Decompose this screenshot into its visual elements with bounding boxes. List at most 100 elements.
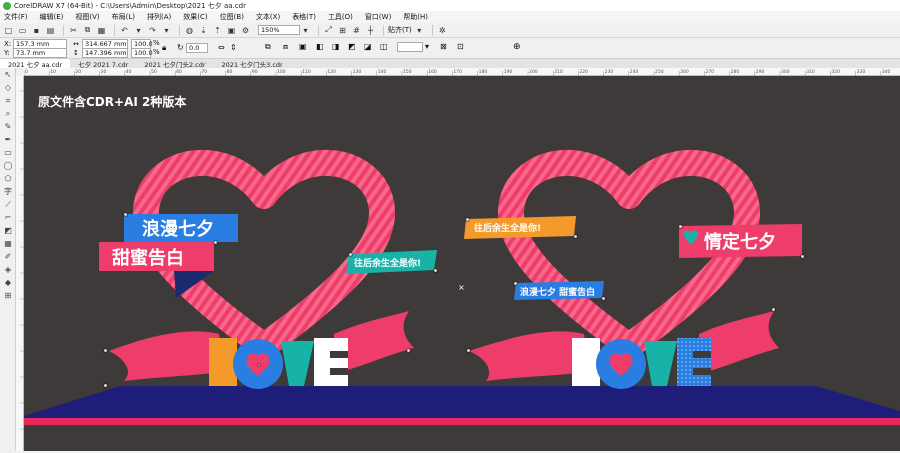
menu-help[interactable]: 帮助(H): [403, 12, 428, 22]
crosshair-icon[interactable]: ⊕: [513, 42, 521, 52]
freehand-tool-icon[interactable]: ✎: [0, 120, 16, 133]
menu-view[interactable]: 视图(V): [75, 12, 99, 22]
polygon-tool-icon[interactable]: ⬠: [0, 172, 16, 185]
menu-edit[interactable]: 编辑(E): [40, 12, 64, 22]
y-label: Y:: [4, 49, 10, 57]
vertical-ruler[interactable]: [16, 76, 24, 451]
ruler-tick-label: 210: [554, 69, 563, 75]
menu-effects[interactable]: 效果(C): [183, 12, 207, 22]
search-content-icon[interactable]: ◍: [184, 25, 195, 36]
smart-fill-icon[interactable]: ◆: [0, 276, 16, 289]
ruler-tick-label: 50: [151, 69, 157, 75]
undo-icon[interactable]: ↶: [119, 25, 130, 36]
zoom-level-field[interactable]: 150%: [258, 25, 300, 35]
drawing-canvas[interactable]: 原文件含CDR+AI 2种版本 × 浪漫七夕 甜蜜告白 往后余生全是你! 往后余…: [24, 76, 900, 451]
copy-icon[interactable]: ⧉: [82, 25, 93, 36]
toolbar-divider: [114, 24, 115, 36]
menu-table[interactable]: 表格(T): [292, 12, 316, 22]
horizontal-ruler[interactable]: 0 10 20 30 40 50 60 70 80 90 100 110 120 130 140 150 160…: [23, 68, 900, 76]
ruler-tick-label: 20: [75, 69, 81, 75]
cut-icon[interactable]: ✂: [68, 25, 79, 36]
ruler-tick-label: 170: [453, 69, 462, 75]
ruler-tick-label: 10: [50, 69, 56, 75]
artistic-media-icon[interactable]: ✒: [0, 133, 16, 146]
menu-layout[interactable]: 布局(L): [112, 12, 135, 22]
left-banner-top-text: 浪漫七夕: [142, 219, 214, 240]
export-icon[interactable]: ⇡: [212, 25, 223, 36]
connector-tool-icon[interactable]: ⌐: [0, 211, 16, 224]
intersect-icon[interactable]: ◩: [348, 42, 356, 51]
right-wing-left: [469, 331, 589, 381]
y-position-field[interactable]: 73.7 mm: [13, 48, 67, 58]
left-banner-bottom-text: 甜蜜告白: [112, 248, 184, 269]
menu-arrange[interactable]: 排列(A): [147, 12, 171, 22]
save-icon[interactable]: ▪: [31, 25, 42, 36]
print-icon[interactable]: ▤: [45, 25, 56, 36]
zoom-tool-icon[interactable]: ⌕: [0, 107, 16, 120]
outline-width-field[interactable]: [397, 42, 423, 52]
ruler-tick-label: 40: [126, 69, 132, 75]
open-folder-icon[interactable]: ▭: [17, 25, 28, 36]
height-field[interactable]: 147.396 mm: [82, 48, 128, 58]
mirror-vertical-icon[interactable]: ⇕: [230, 43, 237, 52]
pick-tool-icon[interactable]: ↖: [0, 68, 16, 81]
app-launcher-icon[interactable]: ⚙: [240, 25, 251, 36]
interactive-fill-icon[interactable]: ◈: [0, 263, 16, 276]
tab-document-1[interactable]: 2021 七夕 aa.cdr: [0, 59, 71, 69]
left-tag-text: 往后余生全是你!: [354, 259, 422, 269]
rotation-field[interactable]: 0.0: [186, 43, 208, 53]
width-icon: ↔: [73, 40, 79, 48]
undo-dropdown-icon[interactable]: ▾: [133, 25, 144, 36]
clear-transform-icon[interactable]: ⊡: [457, 42, 464, 51]
zoom-dropdown-icon[interactable]: ▾: [300, 25, 311, 36]
publish-pdf-icon[interactable]: ▣: [226, 25, 237, 36]
new-document-icon[interactable]: □: [3, 25, 14, 36]
full-screen-icon[interactable]: ⤢: [323, 25, 334, 36]
menu-tools[interactable]: 工具(O): [328, 12, 353, 22]
front-minus-back-icon[interactable]: ◫: [380, 42, 388, 51]
ruler-tick-label: 100: [277, 69, 286, 75]
horizontal-ruler-ticks: 0 10 20 30 40 50 60 70 80 90 100 110 120 130 140 150 160…: [23, 69, 891, 76]
mesh-fill-icon[interactable]: ⊞: [0, 289, 16, 302]
text-tool-icon[interactable]: 字: [0, 185, 16, 198]
import-icon[interactable]: ⇣: [198, 25, 209, 36]
snap-dropdown-icon[interactable]: ▾: [414, 25, 425, 36]
guidelines-icon[interactable]: ┼: [365, 25, 376, 36]
menu-file[interactable]: 文件(F): [4, 12, 28, 22]
group-icon[interactable]: ⧉: [265, 42, 271, 52]
rectangle-tool-icon[interactable]: ▭: [0, 146, 16, 159]
redo-icon[interactable]: ↷: [147, 25, 158, 36]
ungroup-icon[interactable]: ⧈: [283, 42, 288, 52]
wrap-text-icon[interactable]: ⊠: [440, 42, 447, 51]
ungroup-all-icon[interactable]: ▣: [299, 42, 307, 51]
drop-shadow-icon[interactable]: ◩: [0, 224, 16, 237]
simplify-icon[interactable]: ◪: [364, 42, 372, 51]
tab-document-4[interactable]: 2021 七夕门头3.cdr: [214, 59, 291, 69]
ellipse-tool-icon[interactable]: ◯: [0, 159, 16, 172]
tab-document-2[interactable]: 七夕 2021 7.cdr: [70, 59, 136, 69]
eyedropper-icon[interactable]: ✐: [0, 250, 16, 263]
menu-bitmaps[interactable]: 位图(B): [220, 12, 244, 22]
parallel-dimension-icon[interactable]: ⟋: [0, 198, 16, 211]
menu-text[interactable]: 文本(X): [256, 12, 280, 22]
ruler-tick-label: 290: [756, 69, 765, 75]
snap-to-button[interactable]: 贴齐(T): [388, 25, 412, 35]
outline-dropdown-icon[interactable]: ▾: [425, 42, 429, 51]
options-gear-icon[interactable]: ✲: [437, 25, 448, 36]
weld-icon[interactable]: ◧: [316, 42, 324, 51]
ruler-tick-label: 140: [378, 69, 387, 75]
mirror-horizontal-icon[interactable]: ⇔: [218, 43, 225, 52]
redo-dropdown-icon[interactable]: ▾: [161, 25, 172, 36]
lock-ratio-icon[interactable]: 🔒︎: [162, 43, 166, 53]
paste-icon[interactable]: ▦: [96, 25, 107, 36]
ruler-corner[interactable]: [16, 68, 24, 76]
trim-icon[interactable]: ◨: [332, 42, 340, 51]
scale-y-field[interactable]: 100.0: [131, 48, 153, 58]
grid-icon[interactable]: #: [351, 25, 362, 36]
shape-tool-icon[interactable]: ◇: [0, 81, 16, 94]
menu-window[interactable]: 窗口(W): [365, 12, 391, 22]
tab-document-3[interactable]: 2021 七夕门头2.cdr: [136, 59, 213, 69]
crop-tool-icon[interactable]: ⌗: [0, 94, 16, 107]
transparency-tool-icon[interactable]: ▦: [0, 237, 16, 250]
rulers-icon[interactable]: ⊞: [337, 25, 348, 36]
